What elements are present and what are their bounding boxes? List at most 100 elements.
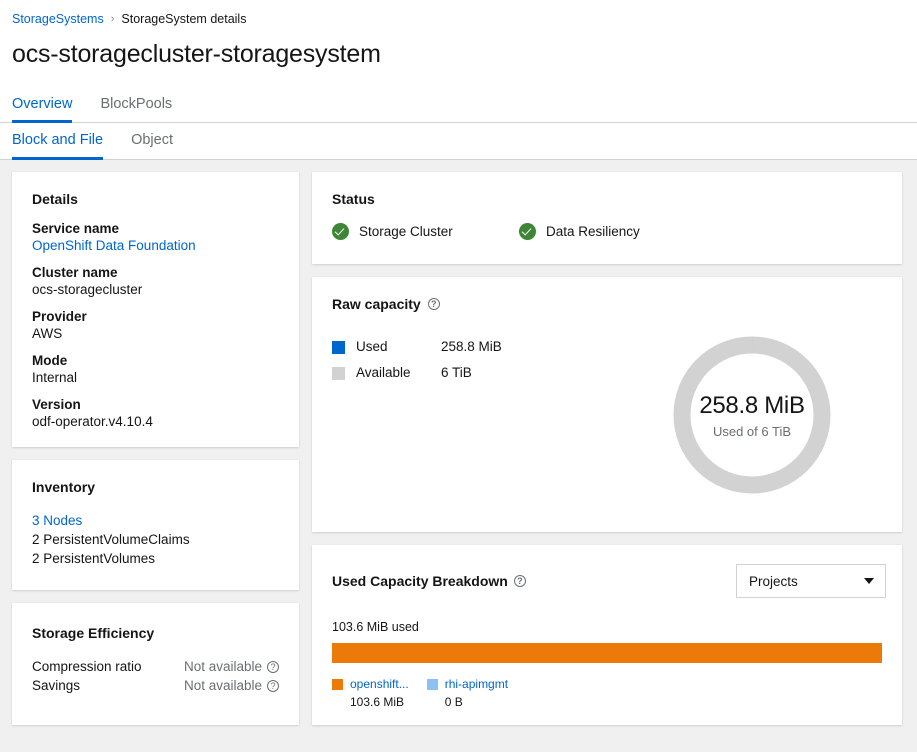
details-value-mode: Internal <box>32 370 78 385</box>
raw-capacity-legend-used-value: 258.8 MiB <box>441 339 502 354</box>
status-card: Status Storage Cluster Data Resiliency <box>312 172 902 264</box>
breadcrumb: StorageSystems › StorageSystem details <box>0 6 917 32</box>
raw-capacity-legend-used-label: Used <box>356 339 388 354</box>
raw-capacity-legend-used: Used 258.8 MiB <box>332 334 622 360</box>
details-value-provider: AWS <box>32 326 63 341</box>
details-term-cluster-name: Cluster name <box>32 265 118 280</box>
details-value-version: odf-operator.v4.10.4 <box>32 414 153 429</box>
status-item-storage-cluster[interactable]: Storage Cluster <box>332 223 519 240</box>
page-header: StorageSystems › StorageSystem details o… <box>0 0 917 87</box>
page-title: ocs-storagecluster-storagesystem <box>12 40 381 68</box>
raw-capacity-legend-available-value: 6 TiB <box>441 365 472 380</box>
used-capacity-legend: openshift... 103.6 MiB rhi-apimgmt 0 B <box>332 675 882 711</box>
legend-swatch-used-icon <box>332 340 345 354</box>
chevron-down-icon <box>864 578 874 584</box>
right-column: Status Storage Cluster Data Resiliency R… <box>312 172 902 725</box>
dashboard-content: Details Service name OpenShift Data Foun… <box>0 160 917 737</box>
status-items: Storage Cluster Data Resiliency <box>332 207 882 240</box>
raw-capacity-card: Raw capacity Used 258.8 MiB Available <box>312 277 902 532</box>
help-circle-icon[interactable] <box>267 679 279 692</box>
raw-capacity-donut-center: 258.8 MiB Used of 6 TiB <box>671 334 833 496</box>
list-item: 2 PersistentVolumes <box>32 551 156 566</box>
details-value-cluster-name: ocs-storagecluster <box>32 282 143 297</box>
details-card-body: Service name OpenShift Data Foundation C… <box>12 207 299 447</box>
raw-capacity-card-title: Raw capacity <box>332 296 421 312</box>
used-capacity-breakdown-card: Used Capacity Breakdown Projects 103.6 M… <box>312 545 902 725</box>
tab-blockpools-label: BlockPools <box>100 96 173 112</box>
savings-value: Not available <box>183 678 262 693</box>
check-circle-icon <box>332 223 349 240</box>
storage-efficiency-card-title: Storage Efficiency <box>32 625 155 641</box>
status-card-body: Storage Cluster Data Resiliency <box>312 207 902 264</box>
used-capacity-legend-openshift-name[interactable]: openshift... <box>350 677 409 691</box>
status-item-data-resiliency[interactable]: Data Resiliency <box>519 223 706 240</box>
status-item-storage-cluster-label: Storage Cluster <box>359 224 453 239</box>
used-capacity-legend-rhi-apimgmt-value: 0 B <box>444 695 463 709</box>
help-circle-icon[interactable] <box>267 660 279 673</box>
check-circle-icon <box>519 223 536 240</box>
used-capacity-legend-item-rhi-apimgmt[interactable]: rhi-apimgmt 0 B <box>426 675 508 711</box>
projects-dropdown-value: Projects <box>749 573 798 589</box>
savings-value-group: Not available <box>184 676 279 695</box>
compression-ratio-row: Compression ratio Not available <box>32 657 279 676</box>
used-capacity-legend-item-openshift[interactable]: openshift... 103.6 MiB <box>332 675 409 711</box>
service-name-link[interactable]: OpenShift Data Foundation <box>32 238 196 253</box>
help-circle-icon[interactable] <box>427 298 440 310</box>
raw-capacity-card-body: Used 258.8 MiB Available 6 TiB 258.8 MiB… <box>312 312 902 532</box>
details-card: Details Service name OpenShift Data Foun… <box>12 172 299 447</box>
primary-tabs: Overview BlockPools <box>0 87 917 123</box>
inventory-card-body: 3 Nodes 2 PersistentVolumeClaims 2 Persi… <box>12 495 299 590</box>
storage-efficiency-card: Storage Efficiency Compression ratio Not… <box>12 603 299 725</box>
raw-capacity-donut-wrap: 258.8 MiB Used of 6 TiB <box>622 334 882 524</box>
tab-object[interactable]: Object <box>131 123 185 159</box>
legend-swatch-rhi-apimgmt-icon <box>426 679 438 690</box>
compression-ratio-value: Not available <box>183 659 262 674</box>
raw-capacity-donut-chart[interactable]: 258.8 MiB Used of 6 TiB <box>671 334 833 496</box>
details-list: Service name OpenShift Data Foundation C… <box>32 221 279 429</box>
list-item: 2 PersistentVolumeClaims <box>32 532 190 547</box>
inventory-card-title: Inventory <box>32 479 96 495</box>
tab-block-and-file[interactable]: Block and File <box>12 123 115 160</box>
raw-capacity-card-title-group: Raw capacity <box>312 277 902 312</box>
raw-capacity-chart-wrap: Used 258.8 MiB Available 6 TiB 258.8 MiB… <box>332 312 882 524</box>
help-circle-icon[interactable] <box>513 575 526 587</box>
raw-capacity-donut-primary: 258.8 MiB <box>699 391 805 419</box>
compression-ratio-label: Compression ratio <box>32 659 142 674</box>
secondary-tabs: Block and File Object <box>0 123 917 160</box>
raw-capacity-legend-available: Available 6 TiB <box>332 360 622 386</box>
used-capacity-card-title: Used Capacity Breakdown <box>332 573 508 589</box>
used-capacity-total-label: 103.6 MiB used <box>332 620 419 634</box>
used-capacity-header: Used Capacity Breakdown Projects <box>312 545 902 598</box>
used-capacity-card-title-group: Used Capacity Breakdown <box>332 573 526 589</box>
legend-swatch-openshift-icon <box>332 679 343 690</box>
tab-block-and-file-label: Block and File <box>12 132 104 148</box>
status-card-title: Status <box>332 191 375 207</box>
tab-overview[interactable]: Overview <box>12 87 84 123</box>
used-capacity-body: 103.6 MiB used openshift... 103.6 MiB rh… <box>312 598 902 725</box>
list-item: 3 Nodes <box>32 511 279 530</box>
used-capacity-stacked-bar[interactable] <box>332 643 882 663</box>
details-card-title: Details <box>32 191 78 207</box>
legend-swatch-available-icon <box>332 366 345 380</box>
breadcrumb-separator-icon: › <box>110 13 115 25</box>
details-term-provider: Provider <box>32 309 87 324</box>
savings-row: Savings Not available <box>32 676 279 695</box>
inventory-nodes-link[interactable]: 3 Nodes <box>32 513 82 528</box>
details-term-service-name: Service name <box>32 221 120 236</box>
used-capacity-bar-segment-openshift[interactable] <box>332 643 882 663</box>
used-capacity-legend-rhi-apimgmt-text: rhi-apimgmt 0 B <box>445 675 508 711</box>
compression-ratio-value-group: Not available <box>184 657 279 676</box>
projects-dropdown[interactable]: Projects <box>736 564 886 598</box>
used-capacity-legend-openshift-value: 103.6 MiB <box>350 695 405 709</box>
tab-object-label: Object <box>131 132 173 148</box>
used-capacity-legend-rhi-apimgmt-name[interactable]: rhi-apimgmt <box>445 677 508 691</box>
details-term-mode: Mode <box>32 353 68 368</box>
inventory-list: 3 Nodes 2 PersistentVolumeClaims 2 Persi… <box>32 511 279 568</box>
raw-capacity-donut-secondary: Used of 6 TiB <box>712 423 792 439</box>
breadcrumb-link-storagesystems[interactable]: StorageSystems <box>12 10 104 28</box>
left-column: Details Service name OpenShift Data Foun… <box>12 172 299 725</box>
status-item-data-resiliency-label: Data Resiliency <box>546 224 640 239</box>
tab-blockpools[interactable]: BlockPools <box>100 87 184 122</box>
details-value-service-name: OpenShift Data Foundation <box>32 238 279 253</box>
savings-label: Savings <box>32 678 81 693</box>
